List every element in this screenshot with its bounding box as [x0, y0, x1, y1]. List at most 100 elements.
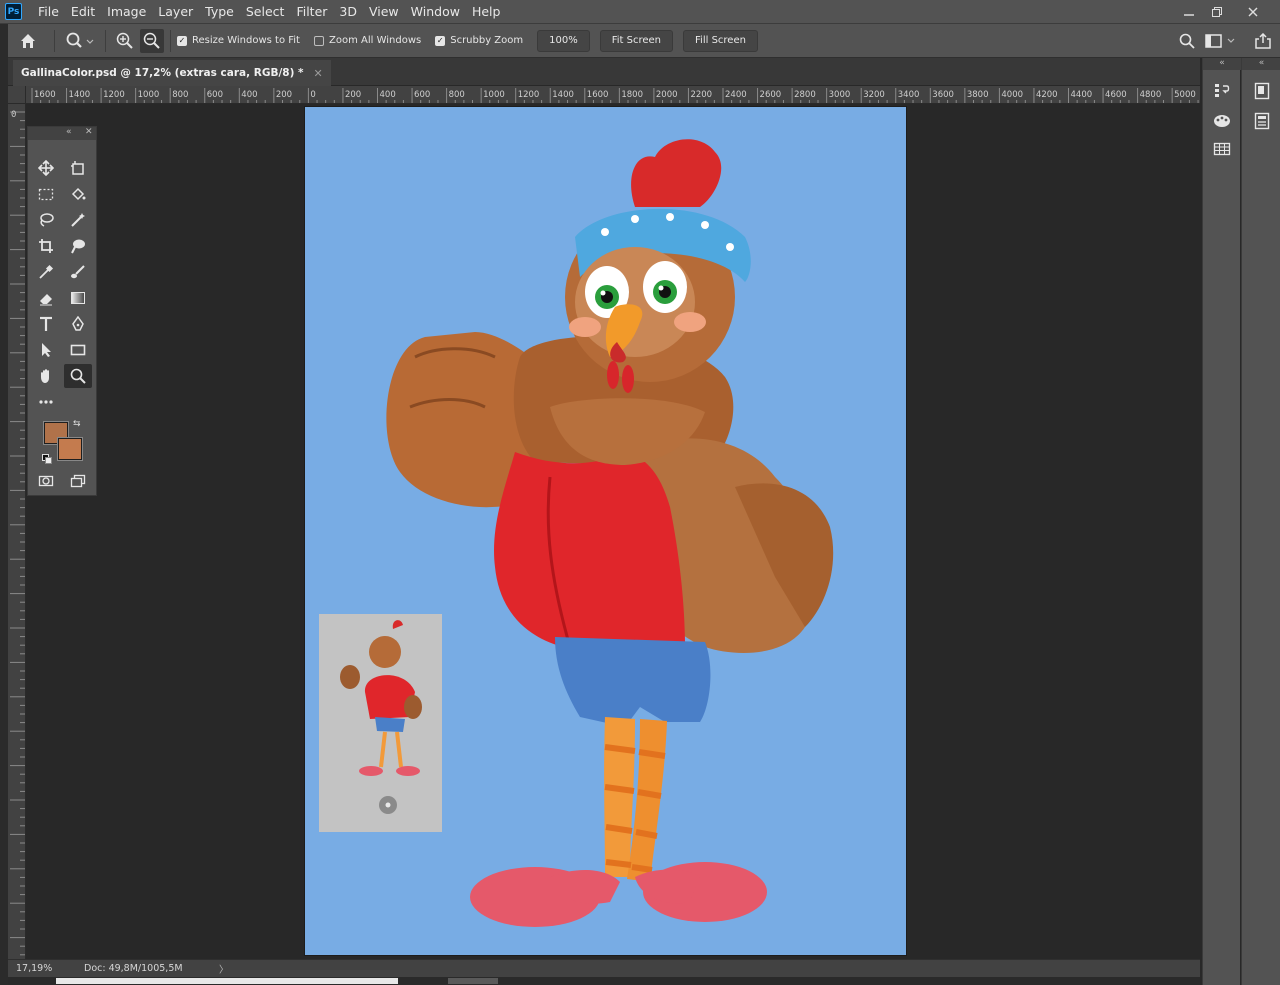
status-menu-arrow-icon[interactable]: 〉 — [219, 962, 229, 976]
ruler-tick-label: 200 — [276, 90, 292, 100]
zoom-100-button[interactable]: 100% — [537, 29, 590, 52]
fit-screen-button[interactable]: Fit Screen — [599, 29, 674, 52]
ruler-vertical[interactable]: 0 — [8, 104, 26, 959]
edit-toolbar-button[interactable] — [32, 390, 60, 414]
document-canvas[interactable] — [305, 107, 906, 955]
document-tab[interactable]: GallinaColor.psd @ 17,2% (extras cara, R… — [13, 60, 331, 86]
screen-mode-button[interactable] — [64, 469, 92, 493]
zoom-in-icon — [116, 32, 133, 49]
tools-panel-header[interactable]: « ✕ — [28, 127, 96, 140]
menu-help[interactable]: Help — [466, 0, 507, 24]
color-panel-button[interactable] — [1210, 110, 1234, 132]
expand-panels-icon[interactable]: « — [1242, 58, 1280, 70]
properties-icon — [1254, 112, 1270, 130]
default-colors-icon[interactable] — [42, 449, 52, 464]
healing-brush-tool[interactable] — [64, 234, 92, 258]
menu-edit[interactable]: Edit — [65, 0, 101, 24]
ruler-tick-label: 0 — [310, 90, 315, 100]
home-button[interactable] — [8, 32, 48, 50]
crop-tool[interactable] — [32, 234, 60, 258]
zoom-tool[interactable] — [64, 364, 92, 388]
history-icon — [1215, 84, 1230, 97]
share-button[interactable] — [1252, 30, 1274, 52]
zoom-all-windows-checkbox[interactable]: Zoom All Windows — [313, 35, 421, 46]
hand-tool[interactable] — [32, 364, 60, 388]
menu-filter[interactable]: Filter — [290, 0, 333, 24]
search-button[interactable] — [1176, 30, 1198, 52]
zoom-level-field[interactable]: 17,19% — [16, 963, 84, 974]
ruler-tick-label: 400 — [241, 90, 257, 100]
menu-view[interactable]: View — [363, 0, 405, 24]
brush-tool[interactable] — [64, 260, 92, 284]
ruler-tick-label: 2600 — [760, 90, 782, 100]
resize-windows-checkbox[interactable]: ✓ Resize Windows to Fit — [177, 35, 300, 46]
tools-panel: « ✕ ⇆ — [27, 126, 97, 496]
menu-window[interactable]: Window — [405, 0, 466, 24]
magic-wand-tool[interactable] — [64, 208, 92, 232]
path-selection-tool[interactable] — [32, 338, 60, 362]
close-panel-icon[interactable]: ✕ — [85, 127, 93, 137]
menu-bar: Ps File Edit Image Layer Type Select Fil… — [0, 0, 1280, 24]
menu-image[interactable]: Image — [101, 0, 152, 24]
menu-select[interactable]: Select — [240, 0, 291, 24]
marquee-tool[interactable] — [32, 182, 60, 206]
paint-bucket-tool[interactable] — [64, 182, 92, 206]
expand-panels-icon[interactable]: « — [1203, 58, 1241, 70]
quick-mask-icon — [38, 475, 54, 487]
libraries-panel-button[interactable] — [1250, 80, 1274, 102]
horizontal-scrollbar[interactable] — [8, 977, 1200, 985]
zoom-out-button[interactable] — [140, 28, 164, 53]
collapse-panel-icon[interactable]: « — [66, 127, 72, 137]
ruler-tick-label: 3000 — [829, 90, 851, 100]
eraser-icon — [40, 294, 52, 306]
ruler-origin[interactable] — [8, 86, 26, 104]
properties-panel-button[interactable] — [1250, 110, 1274, 132]
checkbox-unchecked-icon — [313, 35, 324, 46]
palette-icon — [1214, 115, 1230, 127]
gradient-tool[interactable] — [64, 286, 92, 310]
rectangle-tool[interactable] — [64, 338, 92, 362]
menu-3d[interactable]: 3D — [333, 0, 363, 24]
menu-layer[interactable]: Layer — [152, 0, 199, 24]
photoshop-logo-icon[interactable]: Ps — [5, 3, 22, 20]
ruler-tick-label: 4000 — [1001, 90, 1023, 100]
menu-file[interactable]: File — [32, 0, 65, 24]
lasso-tool[interactable] — [32, 208, 60, 232]
ruler-tick-label: 800 — [449, 90, 465, 100]
photoshop-window: Ps File Edit Image Layer Type Select Fil… — [0, 0, 1280, 985]
close-button[interactable] — [1236, 0, 1270, 24]
eraser-tool[interactable] — [32, 286, 60, 310]
move-tool[interactable] — [32, 156, 60, 180]
zoom-in-button[interactable] — [112, 32, 138, 50]
quick-mask-button[interactable] — [32, 469, 60, 493]
collapsed-panels-left: « — [1202, 58, 1241, 985]
menu-type[interactable]: Type — [199, 0, 240, 24]
ruler-horizontal[interactable]: 1600 1400 1200 1000 800 600 400 200 0 200 400 600 80… — [26, 86, 1200, 104]
zoom-tool-active-icon — [70, 368, 86, 384]
eyedropper-tool[interactable] — [32, 260, 60, 284]
scrollbar-thumb[interactable] — [56, 978, 398, 984]
artboard-tool[interactable] — [64, 156, 92, 180]
ruler-tick-label: 400 — [380, 90, 396, 100]
history-panel-button[interactable] — [1210, 80, 1234, 102]
scrubby-zoom-checkbox[interactable]: ✓ Scrubby Zoom — [435, 35, 523, 46]
screen-mode-icon — [70, 474, 86, 488]
move-tool-icon — [38, 160, 54, 176]
workspace-switcher[interactable] — [1204, 30, 1240, 52]
background-color-swatch[interactable] — [57, 437, 83, 461]
checkbox-checked-icon: ✓ — [435, 35, 446, 46]
swap-colors-icon[interactable]: ⇆ — [73, 419, 81, 429]
pen-tool[interactable] — [64, 312, 92, 336]
healing-brush-icon — [71, 239, 85, 254]
ruler-tick-label: 1000 — [483, 90, 505, 100]
swatches-panel-button[interactable] — [1210, 138, 1234, 160]
tool-preset-picker[interactable] — [61, 32, 99, 50]
canvas-workspace[interactable] — [26, 104, 1200, 959]
fill-screen-button[interactable]: Fill Screen — [683, 29, 758, 52]
rectangle-icon — [70, 344, 86, 356]
type-tool[interactable] — [32, 312, 60, 336]
ruler-vertical-zero-label: 0 — [11, 110, 17, 120]
ruler-tick-label: 1400 — [552, 90, 574, 100]
restore-button[interactable] — [1200, 0, 1234, 24]
close-tab-icon[interactable]: ✕ — [314, 67, 323, 80]
